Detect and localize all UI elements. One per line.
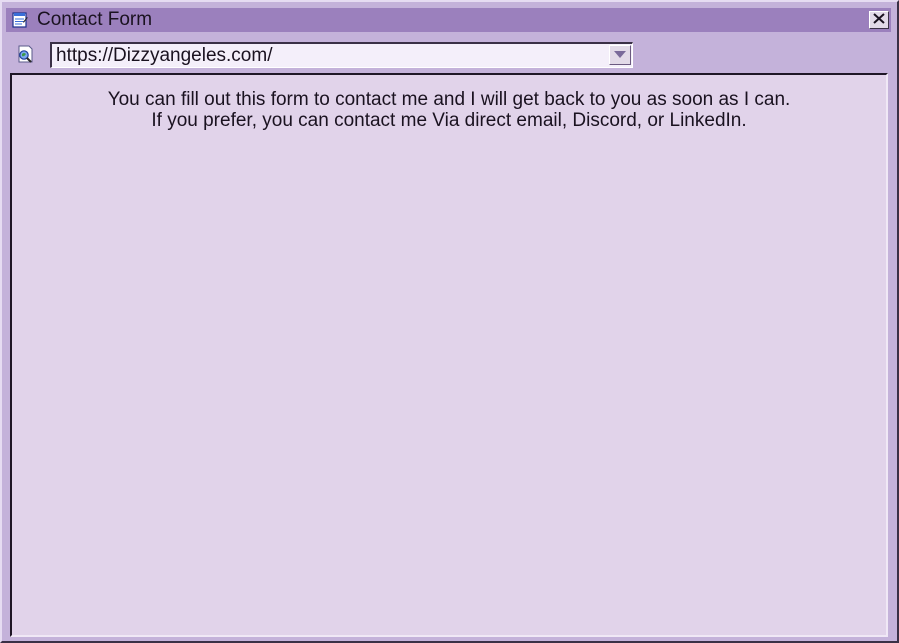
window-title: Contact Form xyxy=(37,9,153,30)
intro-line-1: You can fill out this form to contact me… xyxy=(107,89,791,110)
url-text[interactable]: https://Dizzyangeles.com/ xyxy=(56,46,272,66)
notepad-icon xyxy=(12,12,28,28)
intro-text: You can fill out this form to contact me… xyxy=(12,89,886,131)
globe-search-icon xyxy=(16,44,36,64)
address-bar: https://Dizzyangeles.com/ xyxy=(6,40,891,70)
title-bar[interactable]: Contact Form xyxy=(6,8,891,32)
close-icon xyxy=(873,11,885,29)
contact-form-window: Contact Form https://Dizzyangeles.com/ Y… xyxy=(0,0,899,643)
url-field[interactable]: https://Dizzyangeles.com/ xyxy=(50,42,633,68)
content-pane: You can fill out this form to contact me… xyxy=(10,73,888,637)
url-dropdown-button[interactable] xyxy=(609,45,631,65)
triangle-down-icon xyxy=(614,46,626,64)
close-button[interactable] xyxy=(869,11,889,29)
intro-line-2: If you prefer, you can contact me Via di… xyxy=(151,110,747,131)
